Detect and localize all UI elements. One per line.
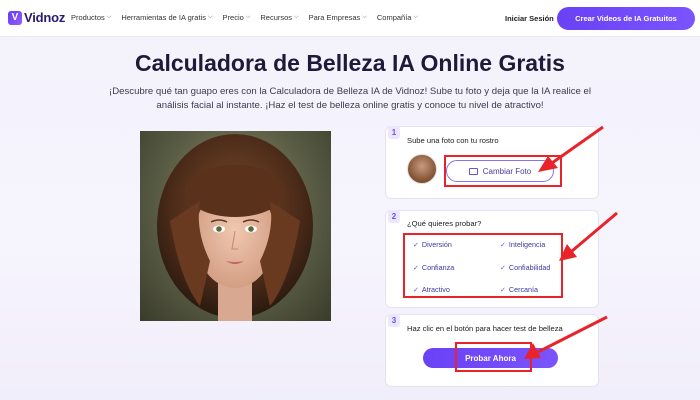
vidnoz-logo[interactable]: V Vidnoz <box>8 10 65 25</box>
nav-label: Productos <box>71 13 105 22</box>
page-subtitle: ¡Descubre qué tan guapo eres con la Calc… <box>109 86 591 111</box>
chevron-down-icon: ⌵ <box>294 14 299 20</box>
nav-label: Precio <box>222 13 244 22</box>
annotation-box-change-photo <box>444 155 562 187</box>
nav-item-recursos[interactable]: Recursos ⌵ <box>260 13 298 22</box>
nav-item-herramientas[interactable]: Herramientas de IA gratis ⌵ <box>121 13 212 22</box>
logo-text: Vidnoz <box>24 10 66 25</box>
photo-thumbnail <box>407 154 437 184</box>
annotation-box-probar <box>455 342 532 372</box>
step2-number: 2 <box>388 210 400 223</box>
step1-title: Sube una foto con tu rostro <box>407 136 499 145</box>
chevron-down-icon: ⌵ <box>106 14 112 20</box>
step1-number: 1 <box>388 126 400 139</box>
nav-label: Recursos <box>260 13 293 22</box>
chevron-down-icon: ⌵ <box>245 14 251 20</box>
main-nav: Productos ⌵ Herramientas de IA gratis ⌵ Pr… <box>71 13 418 22</box>
nav-item-empresas[interactable]: Para Empresas ⌵ <box>309 13 367 22</box>
page-title: Calculadora de Belleza IA Online Gratis <box>135 50 565 76</box>
create-video-button[interactable]: Crear Videos de IA Gratuitos <box>557 7 695 30</box>
nav-label: Compañía <box>376 13 412 22</box>
nav-label: Herramientas de IA gratis <box>121 13 206 22</box>
nav-item-precio[interactable]: Precio ⌵ <box>223 13 251 22</box>
chevron-down-icon: ⌵ <box>362 14 367 20</box>
logo-icon: V <box>8 10 22 25</box>
login-link[interactable]: Iniciar Sesión <box>505 14 554 23</box>
nav-item-productos[interactable]: Productos ⌵ <box>71 13 111 22</box>
uploaded-face-photo <box>140 131 331 321</box>
chevron-down-icon: ⌵ <box>207 14 213 20</box>
chevron-down-icon: ⌵ <box>413 14 419 20</box>
step3-title: Haz clic en el botón para hacer test de … <box>407 324 563 333</box>
portrait-image <box>157 134 313 321</box>
nav-label: Para Empresas <box>308 13 361 22</box>
annotation-box-options <box>403 233 563 298</box>
top-navbar: V Vidnoz Productos ⌵ Herramientas de IA g… <box>0 0 700 37</box>
nav-item-compania[interactable]: Compañía ⌵ <box>377 13 418 22</box>
step2-title: ¿Qué quieres probar? <box>407 219 482 228</box>
step3-number: 3 <box>388 314 400 327</box>
